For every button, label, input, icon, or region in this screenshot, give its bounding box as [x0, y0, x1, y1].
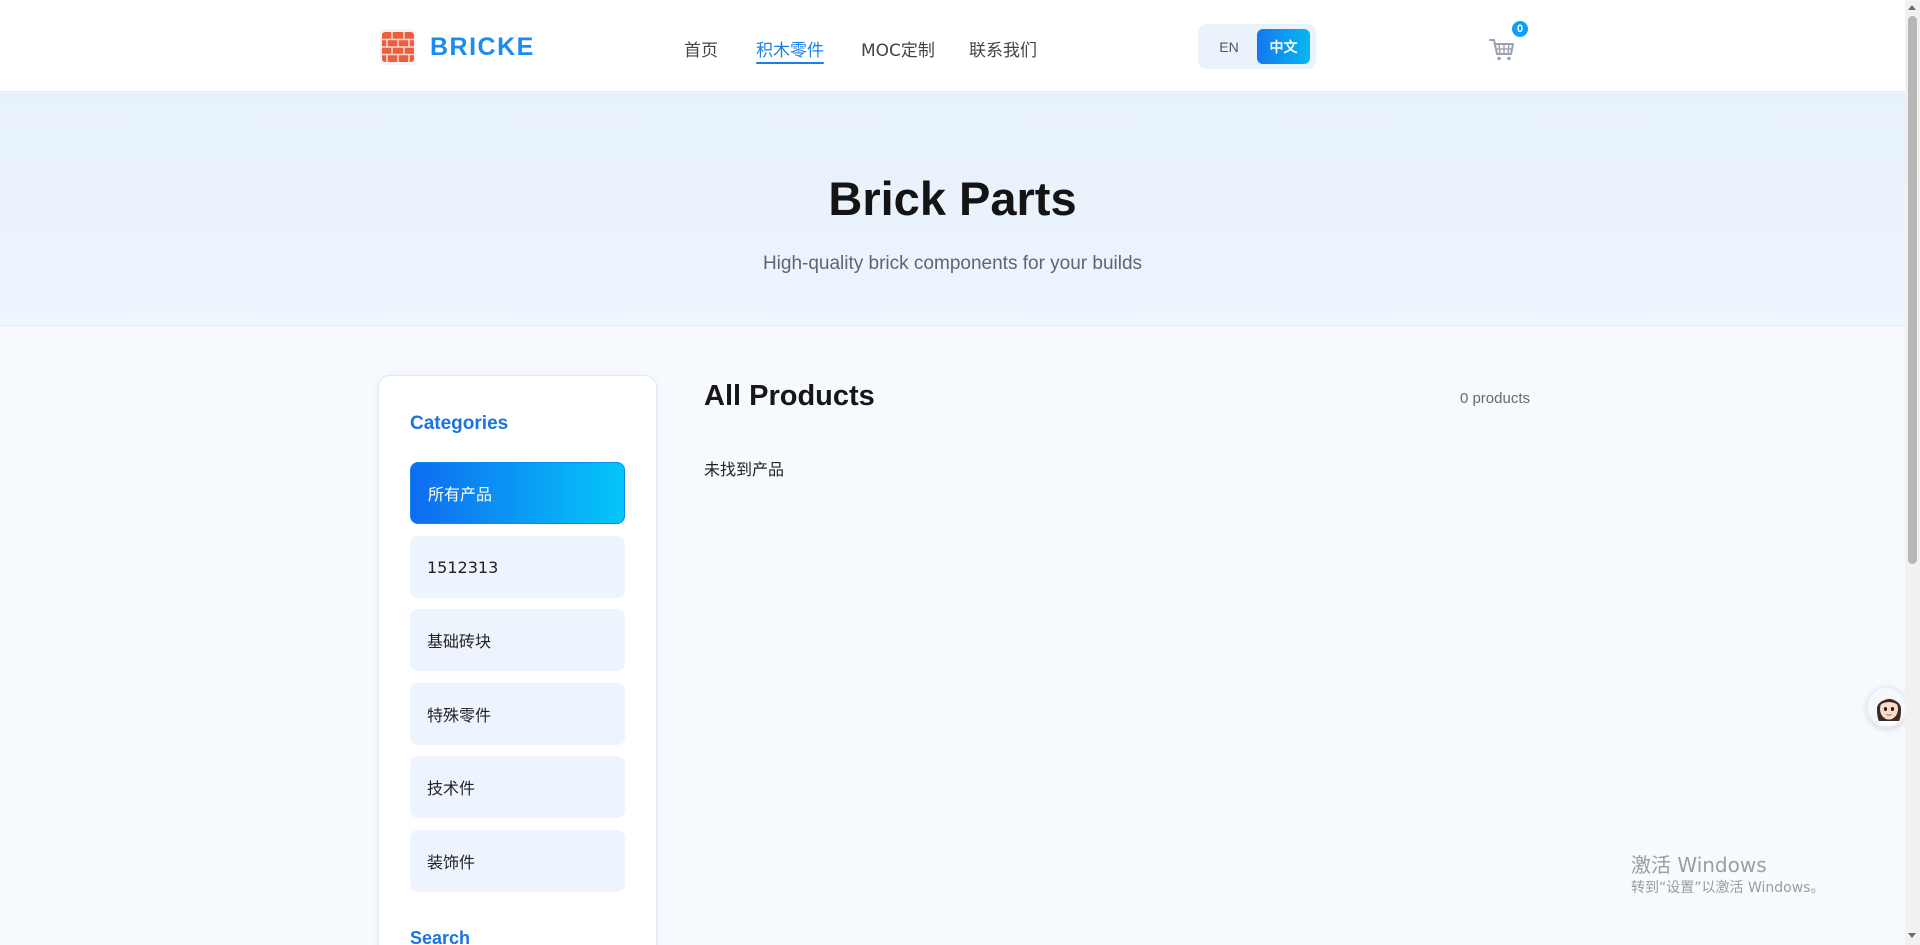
- page-subtitle: High-quality brick components for your b…: [762, 253, 1143, 274]
- filter-sidebar: Categories 所有产品 1512313 基础砖块 特殊零件 技术件 装饰…: [378, 375, 657, 945]
- categories-heading: Categories: [410, 413, 509, 434]
- nav-item-moc-custom[interactable]: MOC定制: [861, 36, 935, 61]
- empty-results-message: 未找到产品: [704, 460, 785, 479]
- lang-zh-button[interactable]: 中文: [1257, 29, 1310, 64]
- scroll-up-icon[interactable]: [1908, 5, 1916, 10]
- page-scrollbar[interactable]: [1905, 0, 1920, 945]
- nav-item-brick-parts[interactable]: 积木零件: [756, 36, 824, 64]
- windows-activation-subtitle: 转到“设置”以激活 Windows。: [1631, 880, 1825, 896]
- category-item-basic-bricks[interactable]: 基础砖块: [410, 609, 625, 671]
- lang-en-button[interactable]: EN: [1204, 29, 1254, 64]
- cart-button[interactable]: 0: [1488, 19, 1530, 63]
- products-section-title: All Products: [704, 380, 875, 412]
- hero-banner: Brick Parts High-quality brick component…: [0, 93, 1905, 326]
- language-toggle: EN 中文: [1198, 24, 1316, 69]
- assistant-avatar-button[interactable]: [1866, 686, 1908, 728]
- cart-count-badge: 0: [1510, 19, 1530, 39]
- nav-item-home[interactable]: 首页: [684, 36, 718, 61]
- nav-item-contact[interactable]: 联系我们: [969, 36, 1037, 61]
- category-item-technic[interactable]: 技术件: [410, 756, 625, 818]
- scroll-down-icon[interactable]: [1908, 933, 1916, 938]
- windows-activation-title: 激活 Windows: [1631, 853, 1767, 877]
- category-item-all[interactable]: 所有产品: [410, 462, 625, 524]
- brick-wall-icon: [380, 29, 416, 65]
- category-item-decorative[interactable]: 装饰件: [410, 830, 625, 892]
- logo-text: BRICKE: [430, 32, 535, 61]
- site-header: BRICKE 首页 积木零件 MOC定制 联系我们 EN 中文 0: [0, 0, 1905, 92]
- logo[interactable]: BRICKE: [380, 29, 535, 65]
- search-heading: Search: [410, 928, 471, 945]
- product-count: 0 products: [1459, 390, 1530, 407]
- category-item-special-parts[interactable]: 特殊零件: [410, 683, 625, 745]
- scrollbar-thumb[interactable]: [1908, 16, 1917, 564]
- category-item-1512313[interactable]: 1512313: [410, 536, 625, 598]
- shopping-cart-icon: [1489, 39, 1514, 61]
- assistant-avatar-icon: [1868, 688, 1906, 726]
- page-title: Brick Parts: [828, 172, 1077, 225]
